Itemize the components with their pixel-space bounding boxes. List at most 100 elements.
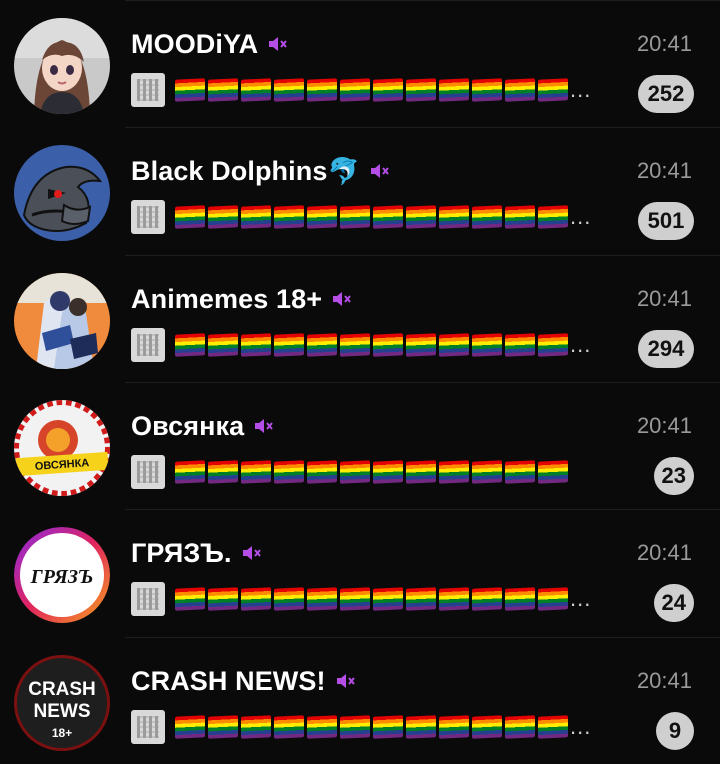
chat-title: Black Dolphins — [131, 155, 328, 186]
rainbow-flag-icon — [208, 78, 238, 102]
rainbow-flag-icon — [307, 205, 337, 229]
chat-row-crash-news[interactable]: CRASH NEWS 18+ CRASH NEWS! 20:41 ... 9 — [0, 637, 720, 764]
rainbow-flag-icon — [472, 78, 502, 102]
rainbow-flag-icon — [472, 333, 502, 357]
avatar[interactable] — [14, 273, 110, 369]
divider — [125, 127, 720, 128]
rainbow-flag-icon — [505, 78, 535, 102]
preview-ellipsis: ... — [570, 204, 592, 229]
rainbow-flag-icon — [241, 78, 271, 102]
preview-ellipsis: ... — [570, 332, 592, 357]
chat-row-animemes[interactable]: Animemes 18+ 20:41 ... 294 — [0, 255, 720, 382]
rainbow-flag-icon — [406, 78, 436, 102]
rainbow-flag-icon — [175, 460, 205, 484]
divider — [125, 255, 720, 256]
message-preview: ... — [131, 327, 591, 363]
avatar[interactable]: CRASH NEWS 18+ — [14, 655, 110, 751]
rainbow-flag-icon — [307, 333, 337, 357]
divider — [125, 637, 720, 638]
avatar-label: 18+ — [52, 726, 72, 740]
rainbow-flag-icon — [439, 205, 469, 229]
message-time: 20:41 — [636, 31, 692, 56]
avatar[interactable] — [14, 18, 110, 114]
chat-row-ovsyanka[interactable]: ОВСЯНКА Овсянка 20:41 23 — [0, 382, 720, 509]
rainbow-flag-icon — [307, 587, 337, 611]
rainbow-flag-icon — [538, 460, 568, 484]
unread-badge: 294 — [638, 330, 694, 368]
rainbow-flag-icon — [208, 715, 238, 739]
rainbow-flag-icon — [505, 460, 535, 484]
rainbow-flag-icon — [340, 587, 370, 611]
rainbow-flag-icon — [373, 78, 403, 102]
avatar[interactable]: ГРЯЗЪ — [14, 527, 110, 623]
rainbow-flag-icon — [538, 715, 568, 739]
rainbow-flags — [175, 715, 568, 739]
muted-speaker-icon — [330, 288, 352, 310]
rainbow-flag-icon — [505, 205, 535, 229]
rainbow-flag-icon — [340, 78, 370, 102]
unread-badge: 23 — [653, 457, 694, 495]
avatar-label: ГРЯЗЪ — [30, 566, 94, 588]
document-thumbnail-icon — [131, 455, 165, 489]
chat-row-black-dolphins[interactable]: Black Dolphins 🐬 20:41 ... 501 — [0, 127, 720, 254]
muted-speaker-icon — [240, 542, 262, 564]
muted-speaker-icon — [266, 33, 288, 55]
message-time: 20:41 — [636, 158, 692, 183]
avatar[interactable]: ОВСЯНКА — [14, 400, 110, 496]
message-preview: ... — [131, 199, 591, 235]
unread-badge: 9 — [656, 712, 694, 750]
chat-title: Овсянка — [131, 410, 245, 441]
preview-ellipsis: ... — [570, 77, 592, 102]
rainbow-flag-icon — [241, 205, 271, 229]
rainbow-flag-icon — [439, 460, 469, 484]
rainbow-flag-icon — [241, 333, 271, 357]
message-preview: ... — [131, 72, 591, 108]
message-time: 20:41 — [636, 413, 692, 438]
message-preview: ... — [131, 709, 591, 745]
rainbow-flag-icon — [373, 460, 403, 484]
rainbow-flag-icon — [241, 715, 271, 739]
rainbow-flag-icon — [274, 205, 304, 229]
rainbow-flag-icon — [307, 78, 337, 102]
rainbow-flag-icon — [340, 333, 370, 357]
rainbow-flag-icon — [340, 460, 370, 484]
avatar[interactable] — [14, 145, 110, 241]
document-thumbnail-icon — [131, 328, 165, 362]
unread-badge: 24 — [653, 584, 694, 622]
rainbow-flag-icon — [439, 715, 469, 739]
document-thumbnail-icon — [131, 73, 165, 107]
rainbow-flag-icon — [274, 587, 304, 611]
message-time: 20:41 — [636, 668, 692, 693]
divider — [125, 382, 720, 383]
chat-title: MOODiYA — [131, 28, 259, 59]
message-preview — [131, 454, 568, 490]
rainbow-flag-icon — [406, 460, 436, 484]
rainbow-flag-icon — [307, 460, 337, 484]
message-time: 20:41 — [636, 540, 692, 565]
rainbow-flag-icon — [505, 333, 535, 357]
rainbow-flag-icon — [373, 715, 403, 739]
rainbow-flag-icon — [175, 587, 205, 611]
rainbow-flag-icon — [274, 333, 304, 357]
rainbow-flag-icon — [505, 715, 535, 739]
rainbow-flag-icon — [274, 78, 304, 102]
rainbow-flag-icon — [274, 715, 304, 739]
rainbow-flag-icon — [406, 587, 436, 611]
rainbow-flag-icon — [373, 587, 403, 611]
rainbow-flags — [175, 205, 568, 229]
rainbow-flag-icon — [340, 715, 370, 739]
rainbow-flags — [175, 333, 568, 357]
rainbow-flag-icon — [406, 715, 436, 739]
muted-speaker-icon — [368, 160, 390, 182]
rainbow-flag-icon — [175, 333, 205, 357]
muted-speaker-icon — [252, 415, 274, 437]
rainbow-flag-icon — [175, 205, 205, 229]
rainbow-flag-icon — [439, 78, 469, 102]
chat-row-moodiya[interactable]: MOODiYA 20:41 ... 252 — [0, 0, 720, 127]
rainbow-flags — [175, 587, 568, 611]
rainbow-flag-icon — [439, 587, 469, 611]
rainbow-flag-icon — [340, 205, 370, 229]
chat-row-gryaz[interactable]: ГРЯЗЪ ГРЯЗЪ. 20:41 ... 24 — [0, 509, 720, 636]
chat-title: CRASH NEWS! — [131, 665, 326, 696]
unread-badge: 252 — [638, 75, 694, 113]
